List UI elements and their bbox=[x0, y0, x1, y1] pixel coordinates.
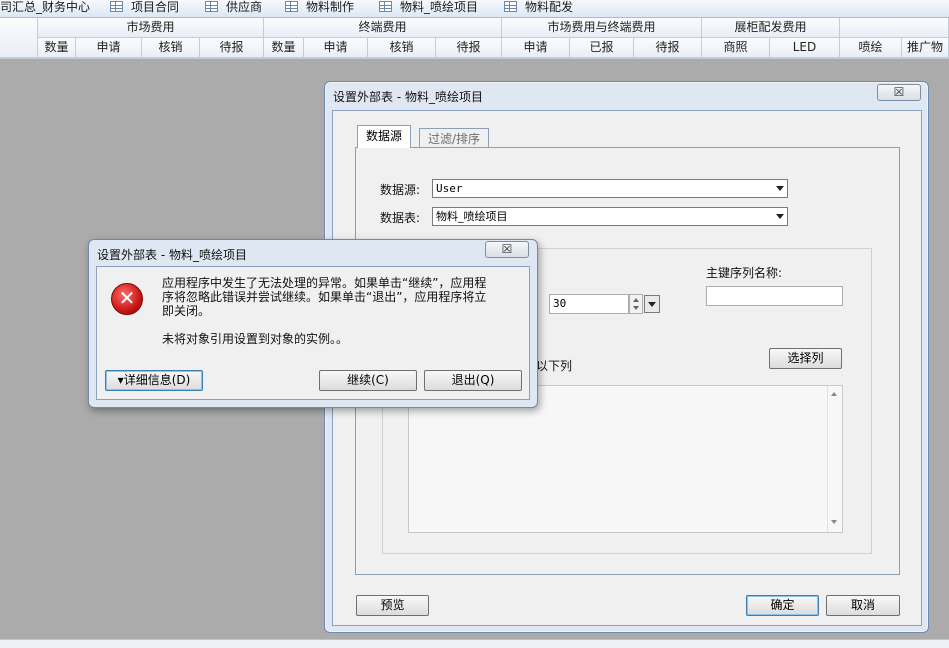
tab-material-production[interactable]: 物料制作 bbox=[285, 0, 354, 17]
error-dialog: 设置外部表 - 物料_喷绘项目 ☒ ✕ 应用程序中发生了无法处理的异常。如果单击… bbox=[88, 239, 538, 408]
grid-icon bbox=[285, 1, 298, 12]
datasource-dropdown[interactable]: User bbox=[432, 179, 788, 198]
cancel-button[interactable]: 取消 bbox=[826, 595, 900, 616]
error-message-line3: 即关闭。 bbox=[162, 304, 211, 318]
column-header[interactable]: 申请 bbox=[304, 38, 368, 58]
column-header[interactable]: 喷绘 bbox=[840, 38, 902, 58]
quit-button[interactable]: 退出(Q) bbox=[424, 370, 522, 391]
close-icon: ☒ bbox=[893, 85, 905, 99]
tab-material-distribution[interactable]: 物料配发 bbox=[504, 0, 573, 17]
pk-input[interactable] bbox=[706, 286, 843, 306]
chevron-down-icon bbox=[648, 302, 656, 307]
group-header-blank bbox=[840, 18, 949, 38]
table-value: 物料_喷绘项目 bbox=[436, 210, 508, 223]
grid-header: 市场费用 终端费用 市场费用与终端费用 展柜配发费用 数量 申请 核销 待报 数… bbox=[0, 18, 949, 59]
column-header[interactable]: 推广物 bbox=[902, 38, 949, 58]
grid-corner bbox=[0, 18, 38, 58]
tab-data-source[interactable]: 数据源 bbox=[357, 125, 412, 148]
chevron-down-icon bbox=[633, 306, 639, 310]
count-spinner[interactable] bbox=[629, 294, 643, 314]
count-input[interactable]: 30 bbox=[549, 294, 629, 314]
datasource-value: User bbox=[436, 182, 463, 195]
select-columns-button[interactable]: 选择列 bbox=[769, 348, 842, 369]
group-header: 终端费用 bbox=[264, 18, 502, 38]
column-header[interactable]: 申请 bbox=[76, 38, 142, 58]
tab-project-contract[interactable]: 项目合同 bbox=[110, 0, 179, 17]
close-icon: ☒ bbox=[501, 242, 513, 256]
column-header[interactable]: 数量 bbox=[38, 38, 76, 58]
error-icon: ✕ bbox=[111, 283, 143, 315]
close-button[interactable]: ☒ bbox=[877, 84, 921, 101]
column-header[interactable]: 申请 bbox=[502, 38, 570, 58]
chevron-up-icon[interactable] bbox=[831, 392, 837, 396]
chevron-down-icon bbox=[776, 214, 784, 219]
grid-icon bbox=[504, 1, 517, 12]
table-dropdown[interactable]: 物料_喷绘项目 bbox=[432, 207, 788, 226]
preview-button[interactable]: 预览 bbox=[356, 595, 429, 616]
tab-supplier[interactable]: 供应商 bbox=[205, 0, 262, 17]
column-header[interactable]: LED bbox=[770, 38, 840, 58]
continue-button[interactable]: 继续(C) bbox=[319, 370, 417, 391]
error-dialog-client: ✕ 应用程序中发生了无法处理的异常。如果单击“继续”，应用程 序将忽略此错误并尝… bbox=[96, 266, 530, 400]
grid-icon bbox=[379, 1, 392, 12]
table-label: 数据表: bbox=[380, 211, 421, 225]
group-header: 市场费用与终端费用 bbox=[502, 18, 702, 38]
column-header[interactable]: 商照 bbox=[702, 38, 770, 58]
tab-finance-summary[interactable]: 司汇总_财务中心 bbox=[0, 0, 90, 17]
document-tab-strip: 司汇总_财务中心 项目合同 供应商 物料制作 物料_喷绘项目 物料配发 bbox=[0, 0, 949, 18]
grid-icon bbox=[205, 1, 218, 12]
pk-label: 主键序列名称: bbox=[706, 266, 783, 280]
column-header[interactable]: 核销 bbox=[368, 38, 436, 58]
column-header[interactable]: 核销 bbox=[142, 38, 200, 58]
details-button[interactable]: ▾详细信息(D) bbox=[105, 370, 203, 391]
group-header: 展柜配发费用 bbox=[702, 18, 840, 38]
error-close-button[interactable]: ☒ bbox=[485, 241, 529, 258]
listbox-scrollbar[interactable] bbox=[827, 386, 842, 532]
group-header: 市场费用 bbox=[38, 18, 264, 38]
column-header[interactable]: 待报 bbox=[634, 38, 702, 58]
dialog-title: 设置外部表 - 物料_喷绘项目 bbox=[333, 90, 483, 104]
error-message-line2: 序将忽略此错误并尝试继续。如果单击“退出”，应用程序将立 bbox=[162, 290, 487, 304]
column-header[interactable]: 数量 bbox=[264, 38, 304, 58]
column-header[interactable]: 已报 bbox=[570, 38, 634, 58]
count-dropdown-button[interactable] bbox=[644, 295, 660, 313]
datasource-label: 数据源: bbox=[380, 183, 421, 197]
error-detail-message: 未将对象引用设置到对象的实例。。 bbox=[162, 332, 349, 346]
error-message-line1: 应用程序中发生了无法处理的异常。如果单击“继续”，应用程 bbox=[162, 276, 487, 290]
error-dialog-title: 设置外部表 - 物料_喷绘项目 bbox=[97, 248, 247, 262]
chevron-down-icon[interactable] bbox=[831, 520, 837, 524]
tab-material-spray-project[interactable]: 物料_喷绘项目 bbox=[379, 0, 478, 17]
grid-icon bbox=[110, 1, 123, 12]
chevron-up-icon bbox=[633, 298, 639, 302]
column-header[interactable]: 待报 bbox=[200, 38, 264, 58]
ok-button[interactable]: 确定 bbox=[746, 595, 819, 616]
column-header[interactable]: 待报 bbox=[436, 38, 502, 58]
chevron-down-icon bbox=[776, 186, 784, 191]
